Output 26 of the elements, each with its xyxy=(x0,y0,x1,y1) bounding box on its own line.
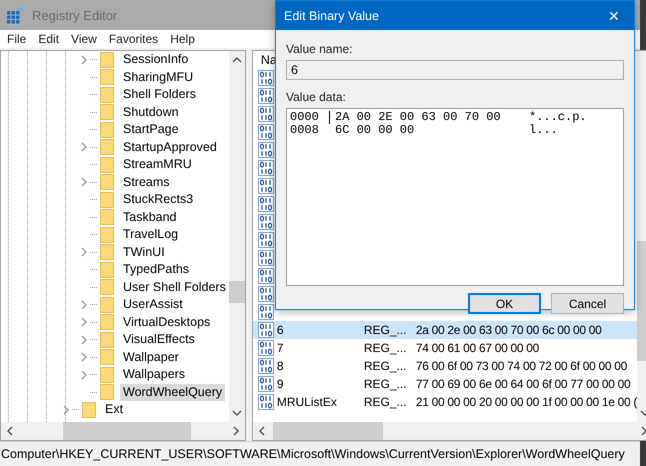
value-type: REG_... xyxy=(364,395,408,409)
dialog-title: Edit Binary Value xyxy=(284,8,379,22)
registry-path: Computer\HKEY_CURRENT_USER\SOFTWARE\Microsoft\Windows\CurrentVersion\Explorer\WordWheelQuery xyxy=(0,447,625,461)
value-type: REG_... xyxy=(364,359,408,373)
value-type: REG_... xyxy=(364,341,408,355)
value-type: REG_... xyxy=(364,377,408,391)
value-data: 76 00 6f 00 73 00 74 00 72 00 6f 00 00 00 xyxy=(416,359,628,373)
value-type: REG_... xyxy=(364,323,408,337)
value-data: 2a 00 2e 00 63 00 70 00 6c 00 00 00 xyxy=(416,323,602,337)
value-data: 77 00 69 00 6e 00 64 00 6f 00 77 00 00 00 xyxy=(416,377,630,391)
value-data: 21 00 00 00 20 00 00 00 1f 00 00 00 1e 00 ( xyxy=(416,395,638,409)
value-name: 9 xyxy=(276,377,284,391)
value-name: 7 xyxy=(276,341,284,355)
hex-bytes: 6C 00 00 00 xyxy=(335,124,416,137)
field-label: Value data: xyxy=(286,90,347,104)
value-name: MRUListEx xyxy=(276,395,337,409)
ascii-text: *...c.p. xyxy=(529,111,587,124)
value-data: 74 00 61 00 67 00 00 00 xyxy=(416,341,540,355)
hex-offset: 0000 xyxy=(290,111,320,124)
field-label: Value name: xyxy=(286,42,354,56)
window-title: Registry Editor xyxy=(32,8,118,22)
hex-bytes: 2A 00 2E 00 63 00 70 00 xyxy=(335,111,502,124)
value-name: 6 xyxy=(276,323,284,337)
hex-offset: 0008 xyxy=(290,124,320,137)
ascii-text: l... xyxy=(529,124,558,137)
value-name: 8 xyxy=(276,359,284,373)
